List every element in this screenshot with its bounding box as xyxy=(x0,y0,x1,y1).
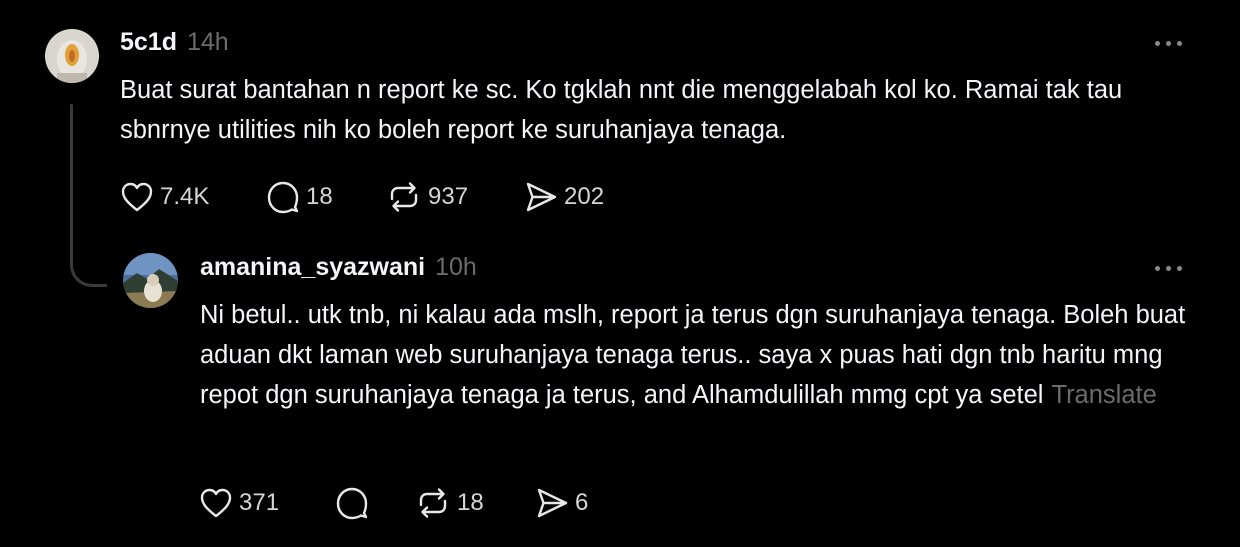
post-header: 5c1d 14h xyxy=(120,28,229,57)
reply-text-block: Ni betul.. utk tnb, ni kalau ada mslh, r… xyxy=(200,295,1200,415)
share-count: 202 xyxy=(564,183,605,210)
repost-icon xyxy=(415,486,451,520)
share-icon xyxy=(524,180,558,214)
reply-repost-button[interactable]: 18 xyxy=(415,486,535,520)
like-button[interactable]: 7.4K xyxy=(120,181,266,213)
repost-icon xyxy=(386,180,422,214)
post-more-button[interactable] xyxy=(1155,41,1182,46)
thread-connector xyxy=(70,222,107,287)
post-text: Buat surat bantahan n report ke sc. Ko t… xyxy=(120,76,1123,144)
reply-share-count: 6 xyxy=(575,489,589,516)
reply-count: 18 xyxy=(306,183,333,210)
reply-like-count: 371 xyxy=(239,489,280,516)
repost-count: 937 xyxy=(428,183,469,210)
reply-more-button[interactable] xyxy=(1155,266,1182,271)
reply-header: amanina_syazwani 10h xyxy=(200,253,477,282)
translate-link[interactable]: Translate xyxy=(1051,381,1156,409)
like-count: 7.4K xyxy=(160,183,210,210)
post-username[interactable]: 5c1d xyxy=(120,28,177,57)
share-button[interactable]: 202 xyxy=(524,180,634,214)
reply-button[interactable]: 18 xyxy=(266,180,386,214)
more-icon xyxy=(1155,41,1160,46)
reply-avatar[interactable] xyxy=(123,253,178,308)
reply-repost-count: 18 xyxy=(457,489,484,516)
repost-button[interactable]: 937 xyxy=(386,180,524,214)
reply-text: Ni betul.. utk tnb, ni kalau ada mslh, r… xyxy=(200,301,1186,409)
comment-icon xyxy=(335,486,369,520)
comment-icon xyxy=(266,180,300,214)
reply-share-button[interactable]: 6 xyxy=(535,486,615,520)
more-icon xyxy=(1155,266,1160,271)
heart-icon xyxy=(199,487,233,519)
reply-reply-button[interactable] xyxy=(335,486,415,520)
reply-timestamp[interactable]: 10h xyxy=(435,253,477,282)
reply-actions: 371 18 6 xyxy=(199,484,615,522)
share-icon xyxy=(535,486,569,520)
reply-username[interactable]: amanina_syazwani xyxy=(200,253,425,282)
reply-like-button[interactable]: 371 xyxy=(199,487,335,519)
heart-icon xyxy=(120,181,154,213)
post-timestamp[interactable]: 14h xyxy=(187,28,229,57)
post-avatar[interactable] xyxy=(45,29,99,83)
post-actions: 7.4K 18 937 202 xyxy=(120,178,634,216)
